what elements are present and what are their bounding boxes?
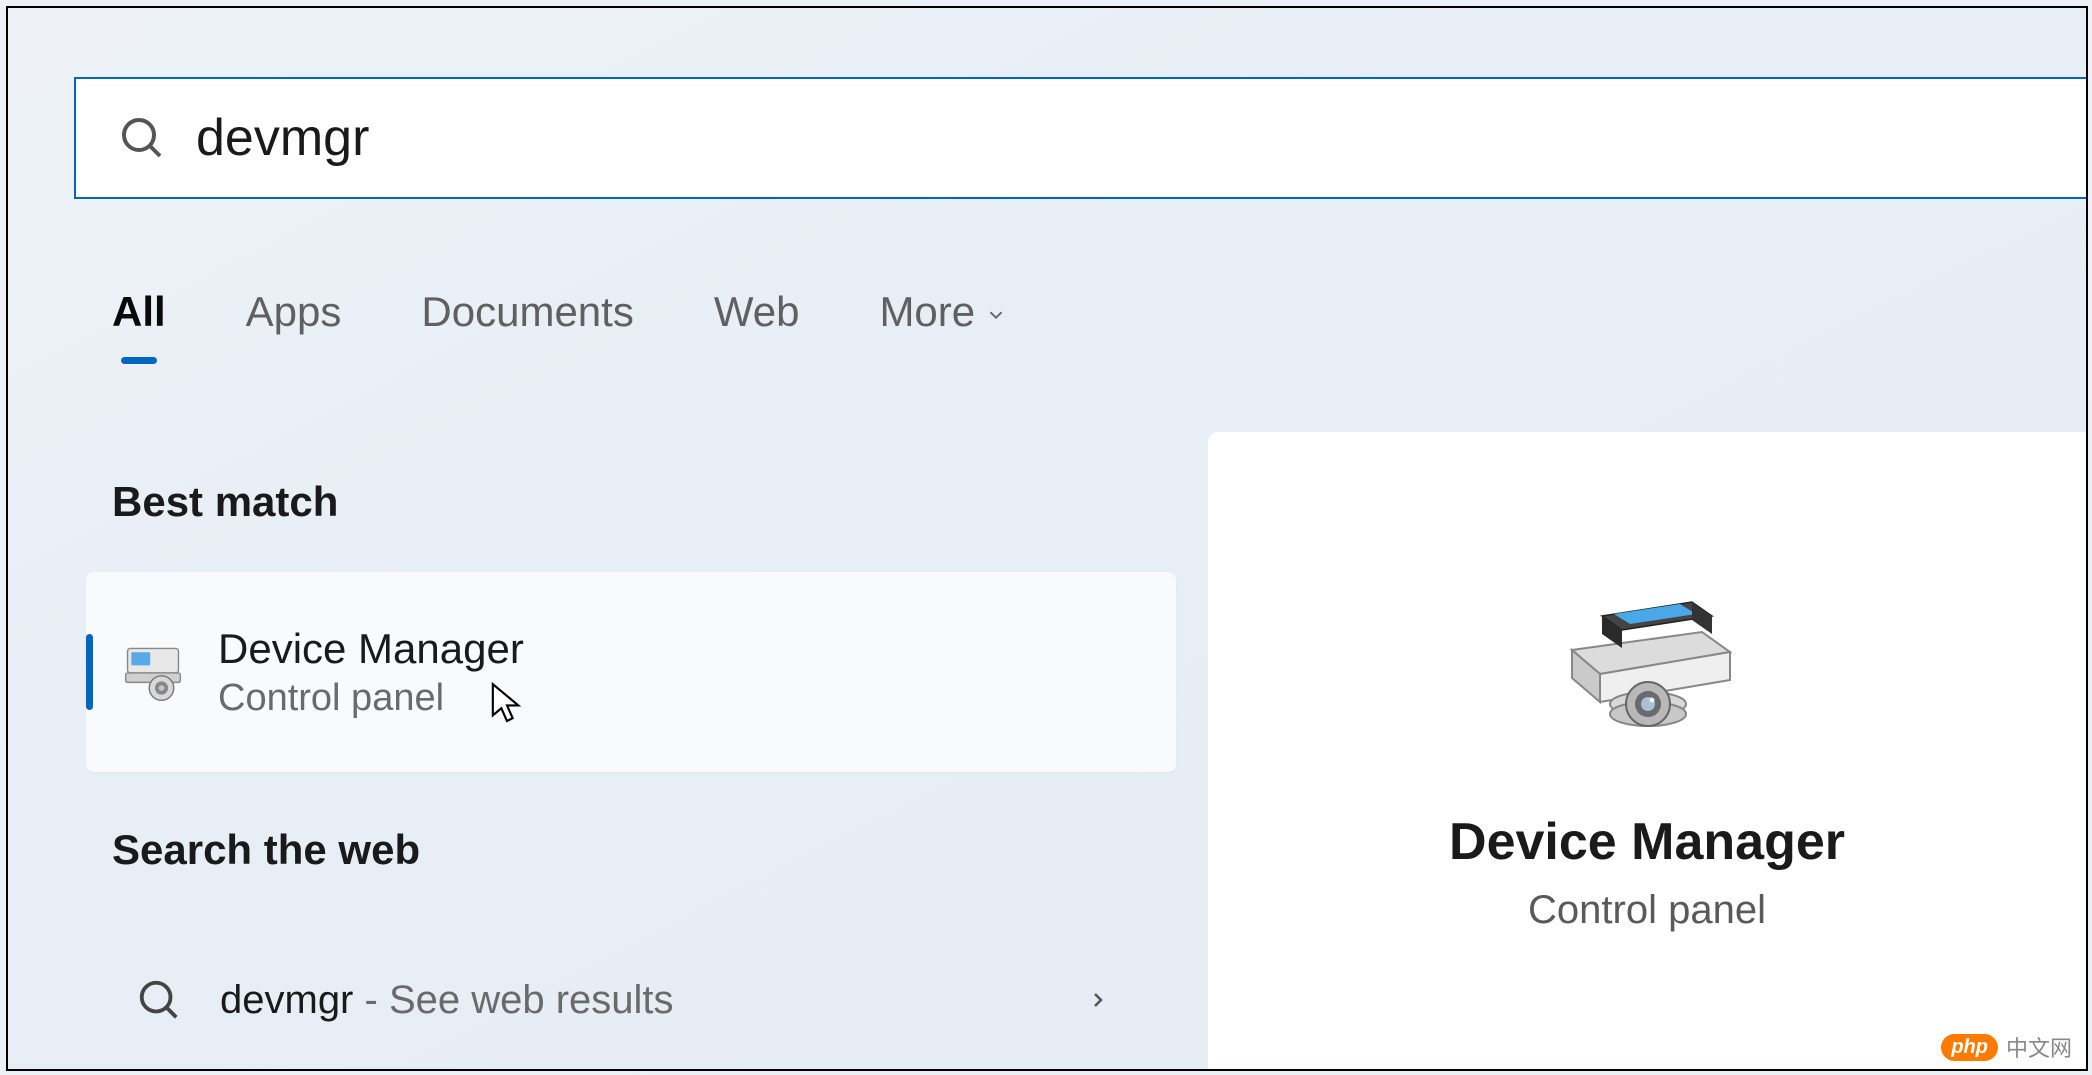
- tab-web[interactable]: Web: [714, 288, 800, 336]
- chevron-down-icon: [985, 304, 1007, 326]
- best-match-text: Device Manager Control panel: [218, 625, 524, 720]
- mouse-cursor: [490, 680, 524, 728]
- web-result-suffix: - See web results: [353, 978, 673, 1022]
- tab-more[interactable]: More: [879, 288, 1007, 336]
- detail-subtitle: Control panel: [1528, 888, 1766, 933]
- search-icon: [136, 977, 182, 1023]
- search-input[interactable]: [196, 108, 596, 168]
- search-window: All Apps Documents Web More Best match D…: [6, 6, 2088, 1071]
- watermark-text: 中文网: [2006, 1031, 2072, 1063]
- chevron-right-icon: [1086, 988, 1110, 1012]
- watermark-badge: php: [1941, 1034, 1998, 1061]
- tab-apps[interactable]: Apps: [246, 288, 342, 336]
- detail-panel: Device Manager Control panel: [1208, 432, 2086, 1069]
- best-match-heading: Best match: [112, 478, 338, 526]
- search-icon: [118, 114, 166, 162]
- tab-all[interactable]: All: [112, 288, 166, 336]
- device-manager-icon: [120, 639, 186, 705]
- tab-documents[interactable]: Documents: [421, 288, 633, 336]
- tab-more-label: More: [879, 288, 975, 336]
- best-match-subtitle: Control panel: [218, 677, 524, 720]
- best-match-title: Device Manager: [218, 625, 524, 673]
- web-result-text: devmgr - See web results: [220, 978, 674, 1023]
- filter-tabs: All Apps Documents Web More: [112, 288, 1007, 336]
- best-match-result[interactable]: Device Manager Control panel: [86, 572, 1176, 772]
- device-manager-icon-large: [1552, 582, 1742, 742]
- web-result[interactable]: devmgr - See web results: [112, 952, 1166, 1048]
- detail-title: Device Manager: [1449, 812, 1845, 872]
- watermark: php 中文网: [1941, 1031, 2072, 1063]
- web-result-query: devmgr: [220, 978, 353, 1022]
- search-web-heading: Search the web: [112, 826, 420, 874]
- search-box[interactable]: [74, 77, 2086, 199]
